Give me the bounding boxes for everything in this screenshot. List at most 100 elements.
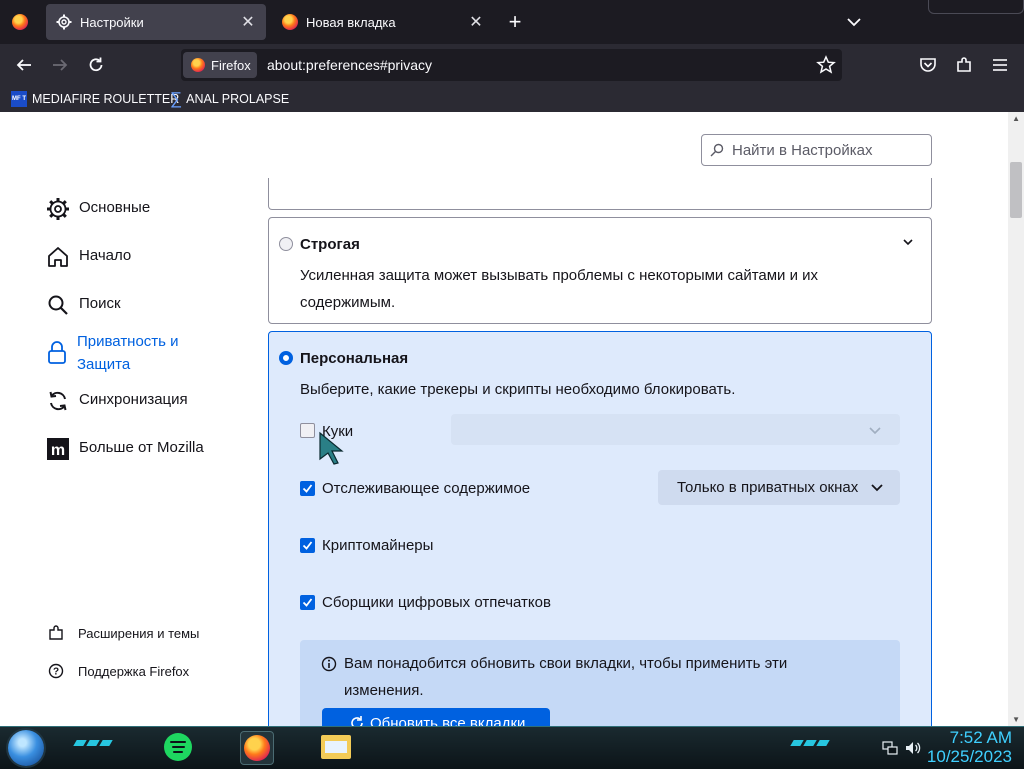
footer-link-label: Расширения и темы: [78, 625, 200, 641]
custom-radio[interactable]: [279, 351, 293, 365]
bookmark-label: MEDIAFIRE ROULETTER: [32, 92, 180, 106]
category-more-from-mozilla[interactable]: m Больше от Mozilla: [45, 436, 204, 462]
tracking-content-select[interactable]: Только в приватных окнах: [658, 470, 900, 505]
category-label: Больше от Mozilla: [79, 439, 204, 456]
strict-radio[interactable]: [279, 237, 293, 251]
custom-description: Выберите, какие трекеры и скрипты необхо…: [300, 381, 736, 398]
footer-link-support[interactable]: ? Поддержка Firefox: [48, 663, 189, 679]
firefox-icon: [191, 58, 205, 72]
sigma-icon: ∑: [170, 89, 183, 108]
scroll-down-arrow-icon[interactable]: ▼: [1012, 715, 1020, 724]
category-home[interactable]: Начало: [45, 244, 131, 270]
tab-label: Настройки: [80, 14, 144, 30]
tab-strip: Настройки ✕ Новая вкладка ✕ +: [0, 0, 1024, 44]
scrollbar-thumb[interactable]: [1010, 162, 1022, 218]
category-search[interactable]: Поиск: [45, 292, 121, 318]
close-tab-icon[interactable]: ✕: [240, 12, 256, 32]
tab-label: Новая вкладка: [306, 14, 396, 30]
search-input[interactable]: [730, 140, 924, 160]
firefox-icon: [282, 14, 298, 30]
address-bar[interactable]: Firefox about:preferences#privacy: [181, 49, 842, 81]
select-value: Только в приватных окнах: [677, 479, 859, 496]
footer-link-addons[interactable]: Расширения и темы: [48, 625, 199, 641]
category-sync[interactable]: Синхронизация: [45, 388, 188, 414]
chevron-down-icon: [869, 427, 881, 435]
tab-settings[interactable]: Настройки ✕: [46, 4, 266, 40]
taskbar-file-explorer[interactable]: [320, 731, 352, 763]
footer-link-label: Поддержка Firefox: [78, 663, 190, 679]
extensions-button[interactable]: [953, 54, 975, 76]
fingerprinters-checkbox[interactable]: [300, 595, 315, 610]
preferences-search[interactable]: [701, 134, 932, 166]
strict-title: Строгая: [300, 236, 360, 253]
bookmark-item[interactable]: ∑ ANAL PROLAPSE: [170, 89, 289, 108]
reload-icon: [351, 716, 363, 726]
home-icon: [45, 244, 71, 270]
chevron-down-icon: [871, 484, 883, 492]
pocket-button[interactable]: [917, 54, 939, 76]
svg-text:m: m: [51, 442, 65, 459]
scroll-up-arrow-icon[interactable]: ▲: [1012, 114, 1020, 123]
cookies-checkbox[interactable]: [300, 423, 315, 438]
chevron-down-icon[interactable]: [901, 235, 915, 249]
scrollbar[interactable]: ▲ ▼: [1008, 112, 1024, 726]
mouse-cursor-icon: [319, 431, 344, 465]
chevron-down-icon[interactable]: [844, 12, 864, 32]
gear-icon: [45, 196, 71, 222]
cryptominers-checkbox[interactable]: [300, 538, 315, 553]
svg-text:?: ?: [53, 667, 59, 678]
start-button[interactable]: [8, 730, 44, 766]
reload-all-tabs-button[interactable]: Обновить все вкладки: [322, 708, 550, 726]
category-label: Синхронизация: [79, 391, 188, 408]
clock-time: 7:52 AM: [949, 728, 1012, 747]
app-menu-button[interactable]: [989, 54, 1011, 76]
category-general[interactable]: Основные: [45, 196, 150, 222]
category-privacy[interactable]: Приватность и Защита: [45, 330, 205, 376]
checkmark-icon: [302, 598, 313, 607]
tracking-content-checkbox[interactable]: [300, 481, 315, 496]
puzzle-icon: [48, 625, 64, 641]
reload-button[interactable]: [84, 53, 108, 77]
taskbar-firefox[interactable]: [240, 731, 274, 765]
strict-option-card[interactable]: Строгая Усиленная защита может вызывать …: [268, 217, 932, 324]
new-tab-button[interactable]: +: [503, 10, 527, 34]
forward-button[interactable]: [48, 53, 72, 77]
taskbar-spotify[interactable]: [162, 731, 194, 763]
back-button[interactable]: [12, 53, 36, 77]
close-tab-icon[interactable]: ✕: [468, 12, 484, 32]
checkmark-icon: [302, 484, 313, 493]
url-text[interactable]: about:preferences#privacy: [267, 57, 432, 73]
window-controls[interactable]: [928, 0, 1024, 14]
network-icon[interactable]: [882, 740, 898, 756]
pocket-icon: [920, 58, 936, 72]
hamburger-menu-icon: [993, 59, 1007, 71]
help-icon: ?: [48, 663, 64, 679]
tab-new-tab[interactable]: Новая вкладка ✕: [272, 4, 494, 40]
puzzle-icon: [957, 57, 971, 72]
lock-icon: [45, 340, 69, 366]
category-label: Основные: [79, 199, 151, 216]
arrow-left-icon: [16, 59, 31, 71]
sync-icon: [45, 388, 71, 414]
info-icon: [321, 656, 337, 672]
reload-icon: [89, 57, 103, 72]
cryptominers-label: Криптомайнеры: [322, 537, 434, 554]
firefox-icon: [244, 735, 270, 761]
cookies-select: [451, 414, 900, 445]
bookmark-item[interactable]: MF T MEDIAFIRE ROULETTER: [11, 91, 179, 107]
mozilla-icon: m: [45, 436, 71, 462]
standard-option-card[interactable]: [268, 178, 932, 210]
identity-box[interactable]: Firefox: [183, 52, 257, 78]
taskbar: 7:52 AM 10/25/2023: [0, 726, 1024, 769]
system-clock[interactable]: 7:52 AM 10/25/2023: [927, 728, 1012, 766]
volume-icon[interactable]: [905, 740, 921, 756]
firefox-view-icon[interactable]: [12, 14, 28, 30]
taskbar-decoration: [790, 740, 831, 746]
bookmarks-toolbar: MF T MEDIAFIRE ROULETTER ∑ ANAL PROLAPSE: [0, 86, 1024, 112]
taskbar-decoration: [73, 740, 114, 746]
preferences-page: Основные Начало Поиск Приватность и Защи…: [0, 112, 1024, 726]
fingerprinters-label: Сборщики цифровых отпечатков: [322, 594, 551, 611]
gear-icon: [56, 14, 72, 30]
bookmark-star-icon[interactable]: [816, 55, 836, 75]
identity-label: Firefox: [211, 57, 251, 73]
